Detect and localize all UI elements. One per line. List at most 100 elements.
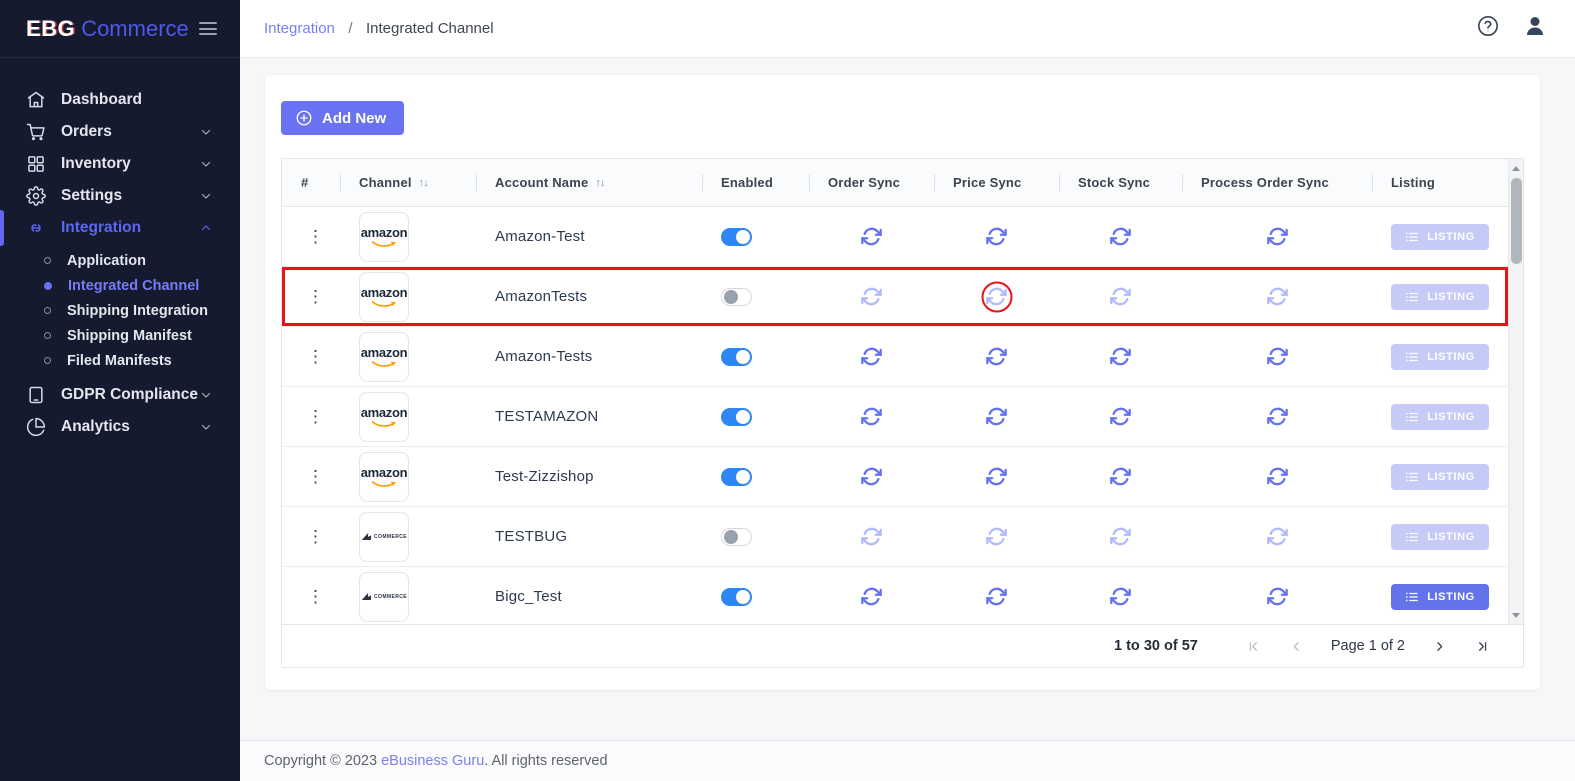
order-sync-icon[interactable] [861,286,882,307]
scroll-down-icon[interactable] [1509,608,1523,623]
col-header-account-name[interactable]: Account Name↑↓ [476,159,702,206]
prev-page-icon[interactable] [1289,639,1304,654]
process-order-sync-icon[interactable] [1267,526,1288,547]
process-order-sync-icon[interactable] [1267,406,1288,427]
sidebar-subitem-filed-manifests[interactable]: Filed Manifests [0,348,240,373]
sort-icon[interactable]: ↑↓ [595,177,604,189]
brand-logo-light: Commerce [81,16,189,42]
sidebar-subitem-label: Integrated Channel [68,278,199,294]
price-sync-icon[interactable] [986,346,1007,367]
hamburger-icon[interactable] [199,22,217,35]
sidebar-item-analytics[interactable]: Analytics [0,411,240,443]
price-sync-icon[interactable] [986,286,1007,307]
process-order-sync-icon[interactable] [1267,286,1288,307]
breadcrumb-parent-link[interactable]: Integration [264,20,335,37]
sidebar-item-settings[interactable]: Settings [0,180,240,212]
row-index-cell: ⋮ [282,507,340,566]
sidebar-item-gdpr-compliance[interactable]: GDPR Compliance [0,379,240,411]
listing-button[interactable]: LISTING [1391,524,1489,550]
next-page-icon[interactable] [1432,639,1447,654]
sidebar-item-label: Settings [61,187,122,205]
channel-logo: COMMERCE [359,512,409,562]
row-index-cell: ⋮ [282,567,340,626]
sidebar-subitem-integrated-channel[interactable]: Integrated Channel [0,273,240,298]
row-menu-icon[interactable]: ⋮ [301,224,330,249]
stock-sync-icon[interactable] [1110,466,1131,487]
channel-logo: amazon [359,212,409,262]
row-menu-icon[interactable]: ⋮ [301,284,330,309]
process-order-sync-cell [1182,327,1372,386]
enabled-toggle[interactable] [721,588,752,606]
help-icon[interactable] [1477,15,1499,42]
stock-sync-icon[interactable] [1110,526,1131,547]
price-sync-icon[interactable] [986,586,1007,607]
process-order-sync-icon[interactable] [1267,226,1288,247]
scroll-up-icon[interactable] [1509,161,1523,176]
sort-icon[interactable]: ↑↓ [419,177,428,189]
stock-sync-cell [1059,447,1182,506]
order-sync-icon[interactable] [861,406,882,427]
price-sync-icon[interactable] [986,526,1007,547]
order-sync-cell [809,507,934,566]
sidebar-item-inventory[interactable]: Inventory [0,148,240,180]
stock-sync-icon[interactable] [1110,586,1131,607]
listing-button[interactable]: LISTING [1391,464,1489,490]
listing-button[interactable]: LISTING [1391,584,1489,610]
sidebar-item-integration[interactable]: Integration [0,212,240,244]
sidebar-subitem-application[interactable]: Application [0,248,240,273]
col-header-channel[interactable]: Channel↑↓ [340,159,476,206]
listing-button[interactable]: LISTING [1391,404,1489,430]
row-menu-icon[interactable]: ⋮ [301,584,330,609]
order-sync-icon[interactable] [861,346,882,367]
stock-sync-icon[interactable] [1110,226,1131,247]
table-row: ⋮ amazon Amazon-Test LISTING [282,207,1508,267]
price-sync-icon[interactable] [986,226,1007,247]
price-sync-icon[interactable] [986,466,1007,487]
stock-sync-icon[interactable] [1110,406,1131,427]
sidebar-subitem-shipping-manifest[interactable]: Shipping Manifest [0,323,240,348]
pie-chart-icon [26,417,46,437]
row-menu-icon[interactable]: ⋮ [301,344,330,369]
last-page-icon[interactable] [1474,639,1489,654]
sidebar-subitem-shipping-integration[interactable]: Shipping Integration [0,298,240,323]
gear-icon [26,186,46,206]
enabled-toggle[interactable] [721,468,752,486]
list-icon [1405,291,1419,303]
sidebar-item-dashboard[interactable]: Dashboard [0,84,240,116]
add-new-button[interactable]: Add New [281,101,404,135]
listing-button[interactable]: LISTING [1391,344,1489,370]
process-order-sync-icon[interactable] [1267,466,1288,487]
row-menu-icon[interactable]: ⋮ [301,524,330,549]
enabled-toggle[interactable] [721,348,752,366]
scrollbar-thumb[interactable] [1511,178,1522,264]
sidebar-item-orders[interactable]: Orders [0,116,240,148]
listing-button[interactable]: LISTING [1391,284,1489,310]
table-scrollbar[interactable] [1508,159,1523,625]
process-order-sync-icon[interactable] [1267,586,1288,607]
price-sync-icon[interactable] [986,406,1007,427]
price-sync-cell [934,387,1059,446]
enabled-toggle[interactable] [721,408,752,426]
sidebar-item-label: GDPR Compliance [61,386,198,404]
list-icon [1405,471,1419,483]
bullet-icon [44,332,51,339]
ebusiness-guru-link[interactable]: eBusiness Guru [381,753,484,769]
sidebar-item-label: Inventory [61,155,131,173]
listing-button[interactable]: LISTING [1391,224,1489,250]
row-menu-icon[interactable]: ⋮ [301,464,330,489]
row-menu-icon[interactable]: ⋮ [301,404,330,429]
enabled-toggle[interactable] [721,228,752,246]
chevron-down-icon [200,190,212,202]
order-sync-icon[interactable] [861,526,882,547]
process-order-sync-icon[interactable] [1267,346,1288,367]
stock-sync-icon[interactable] [1110,346,1131,367]
order-sync-icon[interactable] [861,466,882,487]
stock-sync-icon[interactable] [1110,286,1131,307]
user-avatar-icon[interactable] [1523,14,1547,43]
first-page-icon[interactable] [1247,639,1262,654]
col-header-index: # [282,159,340,206]
enabled-toggle[interactable] [721,528,752,546]
order-sync-icon[interactable] [861,586,882,607]
enabled-toggle[interactable] [721,288,752,306]
order-sync-icon[interactable] [861,226,882,247]
